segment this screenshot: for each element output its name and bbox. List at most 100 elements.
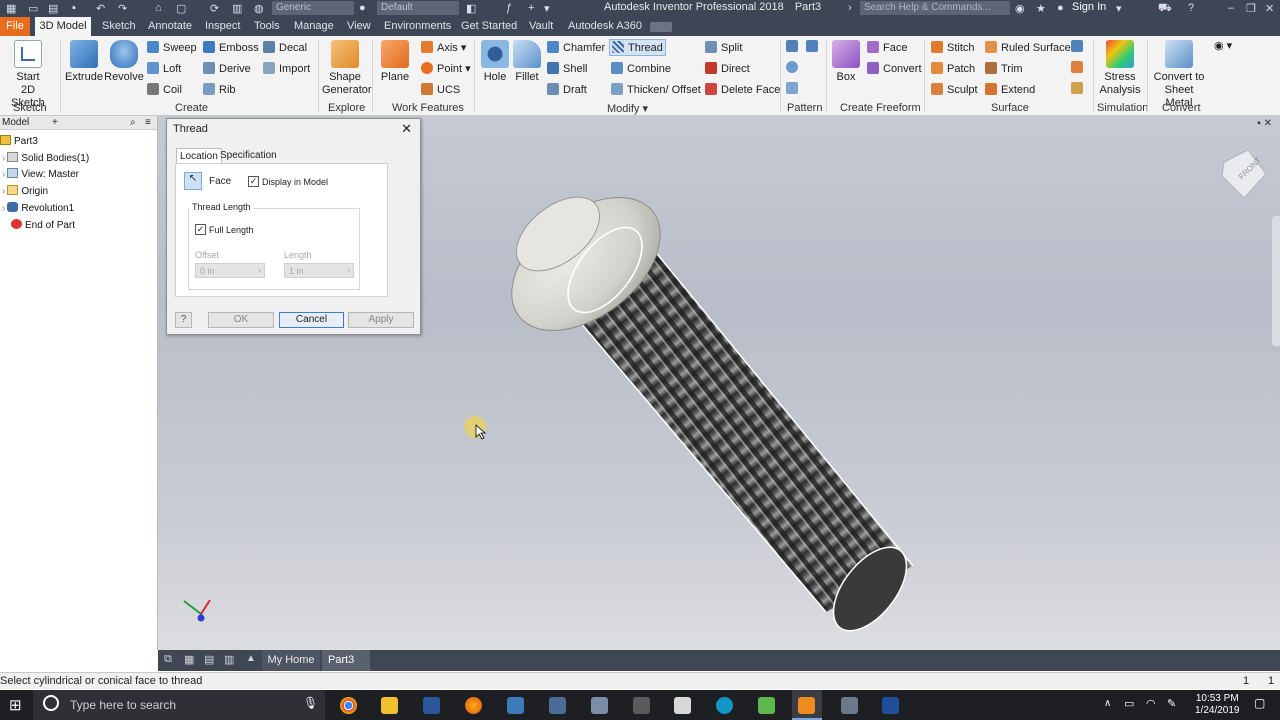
tab-location[interactable]: Location: [176, 148, 222, 164]
shell-button[interactable]: Shell: [547, 62, 587, 75]
decal-button[interactable]: Decal: [263, 41, 307, 54]
combine-button[interactable]: Combine: [611, 62, 671, 75]
horizontal-icon[interactable]: ▤: [204, 653, 214, 666]
grid-icon[interactable]: ▦: [184, 653, 194, 666]
face-select-arrow-icon[interactable]: ↖: [184, 172, 202, 190]
app-r-icon[interactable]: [882, 697, 899, 714]
add-browser-tab-icon[interactable]: +: [52, 116, 58, 130]
bolt-model[interactable]: [487, 171, 921, 644]
length-field[interactable]: 1 in ›: [284, 263, 354, 278]
app-tool-icon[interactable]: [549, 697, 566, 714]
group-modify[interactable]: Modify ▾: [607, 102, 648, 115]
tab-file[interactable]: File: [0, 17, 30, 36]
close-window-icon[interactable]: ✕: [1265, 2, 1274, 15]
open-icon[interactable]: ▤: [48, 2, 58, 15]
plane-button[interactable]: Plane: [376, 40, 414, 84]
tree-item-solid-bodies[interactable]: › Solid Bodies(1): [2, 152, 89, 164]
app-folder-icon[interactable]: [841, 697, 858, 714]
cart-icon[interactable]: ⛟: [1158, 2, 1172, 16]
select-icon[interactable]: ▢: [176, 2, 186, 15]
trim-button[interactable]: Trim: [985, 62, 1023, 75]
display-in-model-checkbox[interactable]: ✓: [248, 176, 259, 187]
tray-clock[interactable]: 10:53 PM 1/24/2019: [1195, 693, 1240, 717]
tab-specification[interactable]: Specification: [217, 148, 280, 163]
thicken-offset-button[interactable]: Thicken/ Offset: [611, 83, 701, 96]
clear-appearance-icon[interactable]: ◧: [466, 2, 476, 15]
redo-icon[interactable]: ↷: [118, 2, 127, 15]
appearance-combo[interactable]: Default: [377, 1, 459, 15]
plus-icon[interactable]: +: [528, 2, 534, 14]
expand-icon[interactable]: ›: [2, 186, 5, 197]
mirror-button[interactable]: [806, 40, 822, 53]
surface-tool-2-button[interactable]: [1071, 61, 1087, 74]
inventor-taskbar-button[interactable]: [792, 690, 822, 720]
tree-item-part3[interactable]: Part3: [0, 135, 38, 147]
full-length-checkbox[interactable]: ✓: [195, 224, 206, 235]
hole-button[interactable]: Hole: [478, 40, 512, 84]
circular-pattern-button[interactable]: [786, 61, 802, 74]
tab-inspect[interactable]: Inspect: [205, 20, 240, 32]
notifications-icon[interactable]: ▢: [1254, 696, 1265, 710]
word-icon[interactable]: [423, 697, 440, 714]
tab-environments[interactable]: Environments: [384, 20, 451, 32]
up-arrow-icon[interactable]: ▲: [246, 653, 256, 664]
thread-button[interactable]: Thread: [609, 39, 666, 56]
apply-button[interactable]: Apply: [348, 312, 414, 328]
sweep-button[interactable]: Sweep: [147, 41, 197, 54]
extrude-button[interactable]: Extrude: [64, 40, 104, 84]
help-button[interactable]: ?: [175, 312, 192, 328]
measure-icon[interactable]: ▥: [232, 2, 242, 15]
tray-pen-icon[interactable]: ✎: [1167, 697, 1176, 710]
loft-button[interactable]: Loft: [147, 62, 181, 75]
chevron-right-icon[interactable]: ›: [848, 2, 852, 14]
microphone-icon[interactable]: 🎙: [303, 696, 318, 710]
chrome-icon[interactable]: [340, 697, 357, 714]
revolve-button[interactable]: Revolve: [104, 40, 144, 84]
sketch-pattern-button[interactable]: [786, 82, 802, 95]
vertical-icon[interactable]: ▥: [224, 653, 234, 666]
surface-tool-1-button[interactable]: [1071, 40, 1087, 53]
coil-button[interactable]: Coil: [147, 83, 182, 96]
app-c-icon[interactable]: [716, 697, 733, 714]
convert-to-sheet-metal-button[interactable]: Convert to Sheet Metal: [1150, 40, 1208, 110]
sign-in-dropdown-icon[interactable]: ▾: [1116, 2, 1122, 15]
dialog-close-icon[interactable]: ✕: [401, 121, 412, 137]
draft-button[interactable]: Draft: [547, 83, 587, 96]
taskbar-search-box[interactable]: Type here to search 🎙: [33, 690, 325, 720]
function-icon[interactable]: ƒ: [506, 2, 512, 14]
windows-start-icon[interactable]: ⊞: [9, 696, 22, 714]
tray-chevron-icon[interactable]: ∧: [1104, 698, 1111, 709]
save-icon[interactable]: ▪: [72, 2, 76, 14]
browser-tab-model[interactable]: Model: [2, 117, 29, 128]
expand-icon[interactable]: ›: [2, 169, 5, 180]
tile-icon[interactable]: ⧉: [164, 653, 172, 666]
tab-manage[interactable]: Manage: [294, 20, 334, 32]
extend-button[interactable]: Extend: [985, 83, 1035, 96]
app-dark-icon[interactable]: [633, 697, 650, 714]
file-explorer-icon[interactable]: [381, 697, 398, 714]
expand-icon[interactable]: ›: [2, 203, 5, 214]
tray-battery-icon[interactable]: ▭: [1124, 697, 1134, 710]
rectangular-pattern-button[interactable]: [786, 40, 802, 53]
app-green-icon[interactable]: [758, 697, 775, 714]
ribbon-options-icon[interactable]: ◉ ▾: [1214, 39, 1232, 52]
binoculars-icon[interactable]: ◉: [1015, 2, 1025, 15]
sculpt-button[interactable]: Sculpt: [931, 83, 978, 96]
tab-vault[interactable]: Vault: [529, 20, 553, 32]
length-flyout-icon[interactable]: ›: [347, 265, 350, 275]
browser-menu-icon[interactable]: ≡: [145, 116, 151, 130]
qat-dropdown-icon[interactable]: ▾: [544, 2, 550, 15]
material-combo[interactable]: Generic: [272, 1, 354, 15]
freeform-box-button[interactable]: Box: [830, 40, 862, 84]
tab-part3[interactable]: Part3 ✕: [322, 650, 370, 687]
offset-field[interactable]: 0 in ›: [195, 263, 265, 278]
tray-wifi-icon[interactable]: ◠: [1146, 697, 1156, 710]
tab-autodesk-a360[interactable]: Autodesk A360: [568, 20, 642, 32]
axis-button[interactable]: Axis ▾: [421, 41, 466, 54]
split-button[interactable]: Split: [705, 41, 742, 54]
emboss-button[interactable]: Emboss: [203, 41, 259, 54]
tree-item-view-master[interactable]: › View: Master: [2, 168, 79, 180]
tab-tools[interactable]: Tools: [254, 20, 280, 32]
import-button[interactable]: Import: [263, 62, 310, 75]
tab-view[interactable]: View: [347, 20, 371, 32]
